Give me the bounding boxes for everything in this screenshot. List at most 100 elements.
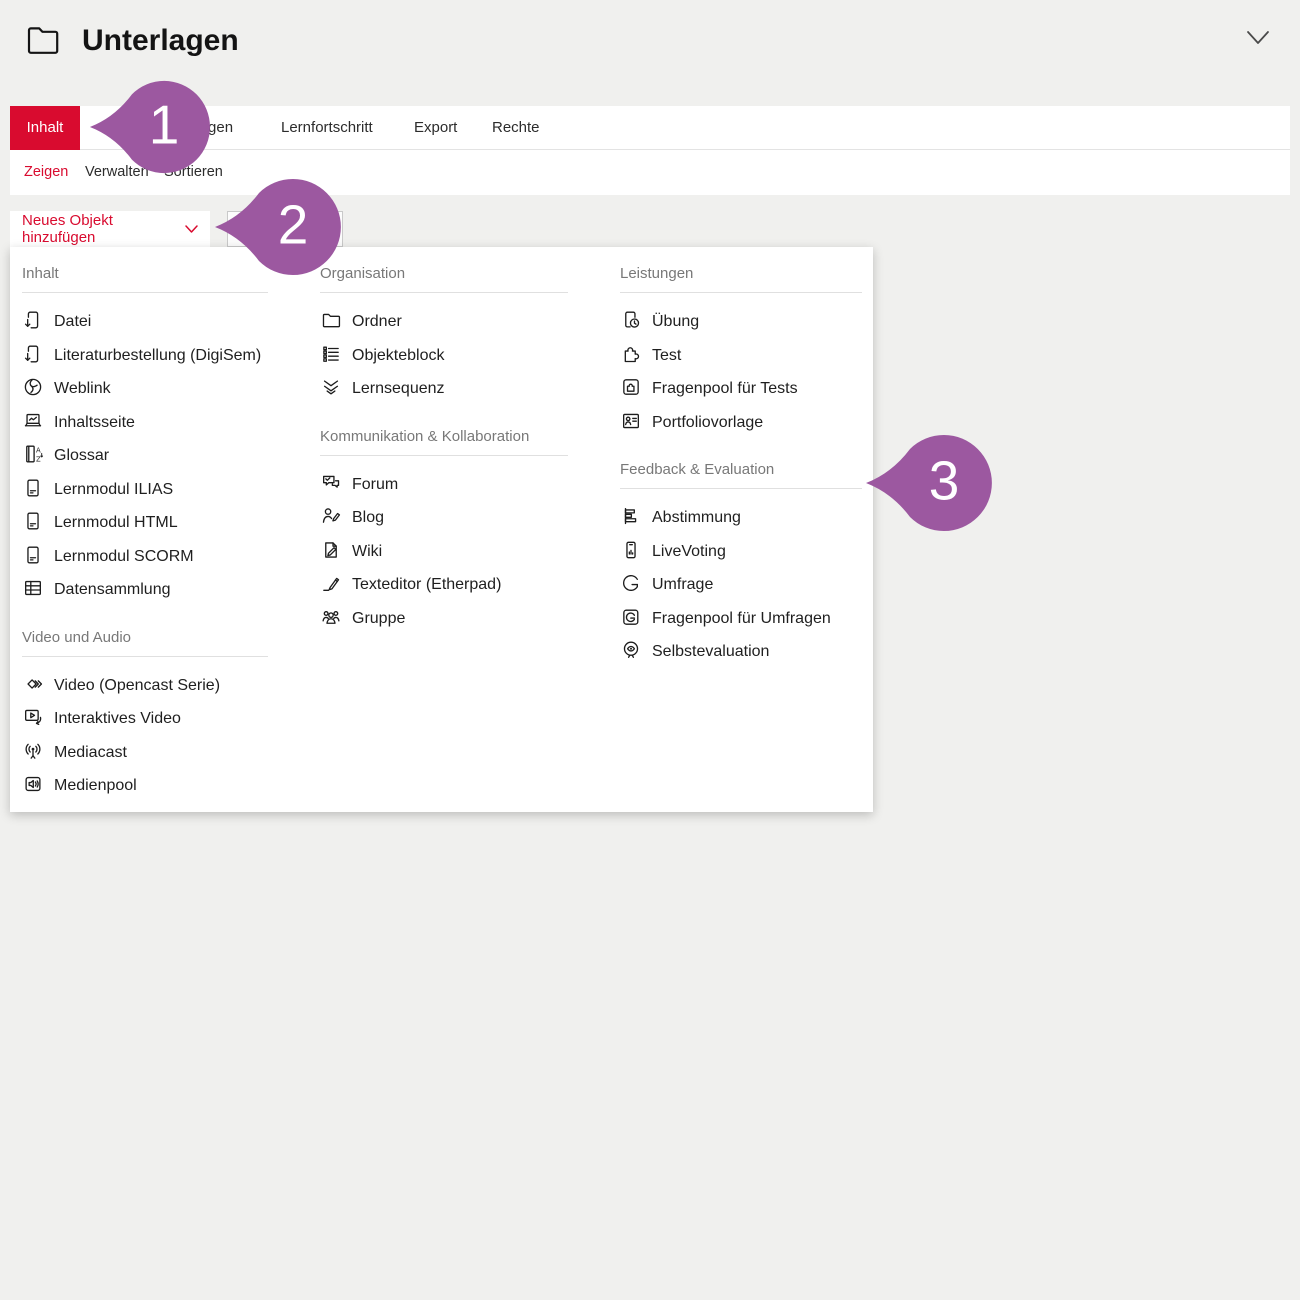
menu-item-interaktives-video[interactable]: Interaktives Video bbox=[22, 702, 268, 736]
menu-item-label: LiveVoting bbox=[652, 543, 726, 560]
menu-item-label: Test bbox=[652, 347, 681, 364]
menu-item-label: Blog bbox=[352, 509, 384, 526]
menu-section-title-organisation: Organisation bbox=[320, 247, 568, 292]
folder-icon bbox=[320, 309, 342, 331]
menu-section-title-leistungen: Leistungen bbox=[620, 247, 862, 292]
menu-item-label: Inhaltsseite bbox=[54, 414, 135, 431]
balloon-shape bbox=[864, 433, 994, 533]
tab-lernfortschritt[interactable]: Lernfortschritt bbox=[281, 106, 373, 150]
menu-item-label: Weblink bbox=[54, 380, 111, 397]
menu-item-label: Übung bbox=[652, 313, 699, 330]
file-download-icon bbox=[22, 309, 44, 331]
subtab-bar: Zeigen Verwalten Sortieren bbox=[10, 150, 1290, 195]
menu-item-weblink[interactable]: Weblink bbox=[22, 372, 268, 406]
menu-item-lernmodul-html[interactable]: Lernmodul HTML bbox=[22, 506, 268, 540]
menu-column-leistungen: Leistungen Übung Test Fragenpool für Tests P… bbox=[620, 247, 862, 812]
forum-icon bbox=[320, 472, 342, 494]
menu-item-label: Fragenpool für Umfragen bbox=[652, 610, 831, 627]
menu-item-label: Medienpool bbox=[54, 777, 137, 794]
menu-item-literaturbestellung-digisem[interactable]: Literaturbestellung (DigiSem) bbox=[22, 339, 268, 373]
wiki-icon bbox=[320, 539, 342, 561]
menu-item-label: Objekteblock bbox=[352, 347, 445, 364]
menu-item-label: Umfrage bbox=[652, 576, 713, 593]
menu-item-label: Texteditor (Etherpad) bbox=[352, 576, 501, 593]
menu-section-title-kommunikation-kollaboration: Kommunikation & Kollaboration bbox=[320, 410, 568, 455]
tab-bar: Inhalt Einstellungen Lernfortschritt Exp… bbox=[10, 106, 1290, 150]
menu-item-label: Forum bbox=[352, 476, 398, 493]
menu-item-mediacast[interactable]: Mediacast bbox=[22, 736, 268, 770]
question-pool-test-icon bbox=[620, 376, 642, 398]
menu-item-label: Gruppe bbox=[352, 610, 405, 627]
menu-item-fragenpool-f-r-tests[interactable]: Fragenpool für Tests bbox=[620, 372, 862, 406]
question-pool-survey-icon bbox=[620, 606, 642, 628]
subtab-sortieren[interactable]: Sortieren bbox=[164, 150, 223, 195]
menu-item-label: Selbstevaluation bbox=[652, 643, 769, 660]
broadcast-icon bbox=[22, 740, 44, 762]
learning-module-icon bbox=[22, 510, 44, 532]
menu-item-lernmodul-ilias[interactable]: Lernmodul ILIAS bbox=[22, 473, 268, 507]
menu-section-items: Übung Test Fragenpool für Tests Portfoliovo… bbox=[620, 293, 862, 443]
menu-item-glossar[interactable]: Glossar bbox=[22, 439, 268, 473]
menu-item-wiki[interactable]: Wiki bbox=[320, 535, 568, 569]
menu-item-inhaltsseite[interactable]: Inhaltsseite bbox=[22, 406, 268, 440]
menu-item-fragenpool-f-r-umfragen[interactable]: Fragenpool für Umfragen bbox=[620, 602, 862, 636]
menu-item-test[interactable]: Test bbox=[620, 339, 862, 373]
menu-item-gruppe[interactable]: Gruppe bbox=[320, 602, 568, 636]
menu-item-label: Datei bbox=[54, 313, 91, 330]
group-icon bbox=[320, 606, 342, 628]
folder-icon bbox=[26, 24, 60, 56]
menu-item-objekteblock[interactable]: Objekteblock bbox=[320, 339, 568, 373]
menu-item-abstimmung[interactable]: Abstimmung bbox=[620, 501, 862, 535]
file-download-icon bbox=[22, 343, 44, 365]
menu-item-texteditor-etherpad[interactable]: Texteditor (Etherpad) bbox=[320, 568, 568, 602]
menu-item-forum[interactable]: Forum bbox=[320, 468, 568, 502]
menu-item-ordner[interactable]: Ordner bbox=[320, 305, 568, 339]
text-editor-icon bbox=[320, 572, 342, 594]
menu-item-portfoliovorlage[interactable]: Portfoliovorlage bbox=[620, 406, 862, 440]
self-evaluation-icon bbox=[620, 639, 642, 661]
menu-item-label: Portfoliovorlage bbox=[652, 414, 763, 431]
learning-sequence-icon bbox=[320, 376, 342, 398]
add-new-object-button[interactable]: Neues Objekt hinzufügen bbox=[10, 211, 210, 247]
portfolio-template-icon bbox=[620, 410, 642, 432]
menu-item-selbstevaluation[interactable]: Selbstevaluation bbox=[620, 635, 862, 669]
survey-icon bbox=[620, 572, 642, 594]
menu-section-title-inhalt: Inhalt bbox=[22, 247, 268, 292]
menu-section-title-feedback-evaluation: Feedback & Evaluation bbox=[620, 443, 862, 488]
menu-section-items: Abstimmung LiveVoting Umfrage Fragenpool fü… bbox=[620, 489, 862, 673]
menu-item-video-opencast-serie[interactable]: Video (Opencast Serie) bbox=[22, 669, 268, 703]
menu-column-inhalt: Inhalt Datei Literaturbestellung (DigiSem)… bbox=[22, 247, 268, 812]
menu-section-items: Forum Blog Wiki Texteditor (Etherpad) Gruppe bbox=[320, 456, 568, 640]
menu-item-blog[interactable]: Blog bbox=[320, 501, 568, 535]
glossary-icon bbox=[22, 443, 44, 465]
menu-item-umfrage[interactable]: Umfrage bbox=[620, 568, 862, 602]
poll-icon bbox=[620, 505, 642, 527]
content-page-icon bbox=[22, 410, 44, 432]
menu-item-lernsequenz[interactable]: Lernsequenz bbox=[320, 372, 568, 406]
tab-einstellungen[interactable]: Einstellungen bbox=[143, 106, 233, 150]
page-title: Unterlagen bbox=[82, 24, 239, 58]
page: Unterlagen Inhalt Einstellungen Lernfort… bbox=[0, 0, 1300, 1300]
puzzle-icon bbox=[620, 343, 642, 365]
menu-item-livevoting[interactable]: LiveVoting bbox=[620, 535, 862, 569]
tab-inhalt[interactable]: Inhalt bbox=[10, 106, 80, 150]
add-new-object-label: Neues Objekt hinzufügen bbox=[22, 212, 178, 246]
interactive-video-icon bbox=[22, 706, 44, 728]
subtab-zeigen[interactable]: Zeigen bbox=[24, 150, 68, 195]
menu-item-label: Lernmodul ILIAS bbox=[54, 481, 173, 498]
menu-item-medienpool[interactable]: Medienpool bbox=[22, 769, 268, 803]
tab-rechte[interactable]: Rechte bbox=[492, 106, 540, 150]
menu-item-label: Literaturbestellung (DigiSem) bbox=[54, 347, 261, 364]
menu-column-organisation: Organisation Ordner Objekteblock Lernsequen… bbox=[320, 247, 568, 812]
menu-item-datensammlung[interactable]: Datensammlung bbox=[22, 573, 268, 607]
menu-item-lernmodul-scorm[interactable]: Lernmodul SCORM bbox=[22, 540, 268, 574]
menu-item-label: Abstimmung bbox=[652, 509, 741, 526]
blog-icon bbox=[320, 505, 342, 527]
chevron-down-icon[interactable] bbox=[1246, 30, 1270, 46]
learning-module-icon bbox=[22, 477, 44, 499]
menu-item-bung[interactable]: Übung bbox=[620, 305, 862, 339]
menu-item-datei[interactable]: Datei bbox=[22, 305, 268, 339]
toolbar-hidden-button[interactable] bbox=[227, 211, 343, 247]
tab-export[interactable]: Export bbox=[414, 106, 457, 150]
subtab-verwalten[interactable]: Verwalten bbox=[85, 150, 149, 195]
